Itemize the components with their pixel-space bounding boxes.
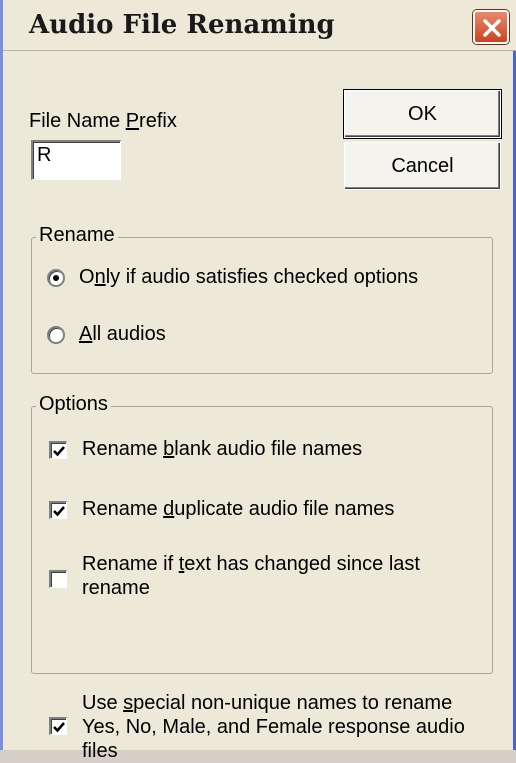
rename-group [31,237,493,374]
cancel-button[interactable]: Cancel [344,142,501,190]
special-names-line2: Yes, No, Male, and Female response audio [82,716,465,738]
special-names-line3: files [82,740,118,762]
rename-blank-label[interactable]: Rename blank audio file names [82,438,362,461]
rename-group-legend: Rename [36,224,118,247]
checkmark-icon [53,446,65,457]
rename-if-text-changed-checkbox[interactable] [49,570,67,588]
rename-duplicate-label[interactable]: Rename duplicate audio file names [82,498,394,521]
special-names-line1: Use special non-unique names to rename [82,692,453,714]
close-button[interactable] [473,10,509,44]
rename-if-text-changed-label[interactable]: Rename if text has changed since last re… [82,552,420,600]
rename-all-audios-radio[interactable] [47,326,65,344]
rename-all-audios-label[interactable]: All audios [79,323,166,346]
ok-button[interactable]: OK [344,90,501,138]
title-bar[interactable]: Audio File Renaming [3,0,516,51]
special-names-label[interactable]: Use special non-unique names to rename Y… [82,691,465,763]
rename-if-text-changed-line1: Rename if text has changed since last [82,553,420,575]
options-group-legend: Options [36,393,111,416]
dialog-content: File Name Prefix R OK Cancel Rename Only… [3,50,516,762]
close-x-icon [483,19,501,37]
radio-selected-dot [53,275,59,281]
checkmark-icon [53,506,65,517]
rename-only-if-satisfied-label[interactable]: Only if audio satisfies checked options [79,266,418,289]
checkmark-icon [53,722,65,733]
audio-file-renaming-dialog: Audio File Renaming File Name Prefix R O… [0,0,516,762]
window-title: Audio File Renaming [29,10,335,40]
rename-if-text-changed-line2: rename [82,577,150,599]
file-name-prefix-label: File Name Prefix [29,110,177,132]
file-name-prefix-input[interactable]: R [31,140,121,180]
rename-blank-checkbox[interactable] [49,441,67,459]
special-names-checkbox[interactable] [49,717,67,735]
rename-duplicate-checkbox[interactable] [49,501,67,519]
rename-only-if-satisfied-radio[interactable] [47,269,65,287]
